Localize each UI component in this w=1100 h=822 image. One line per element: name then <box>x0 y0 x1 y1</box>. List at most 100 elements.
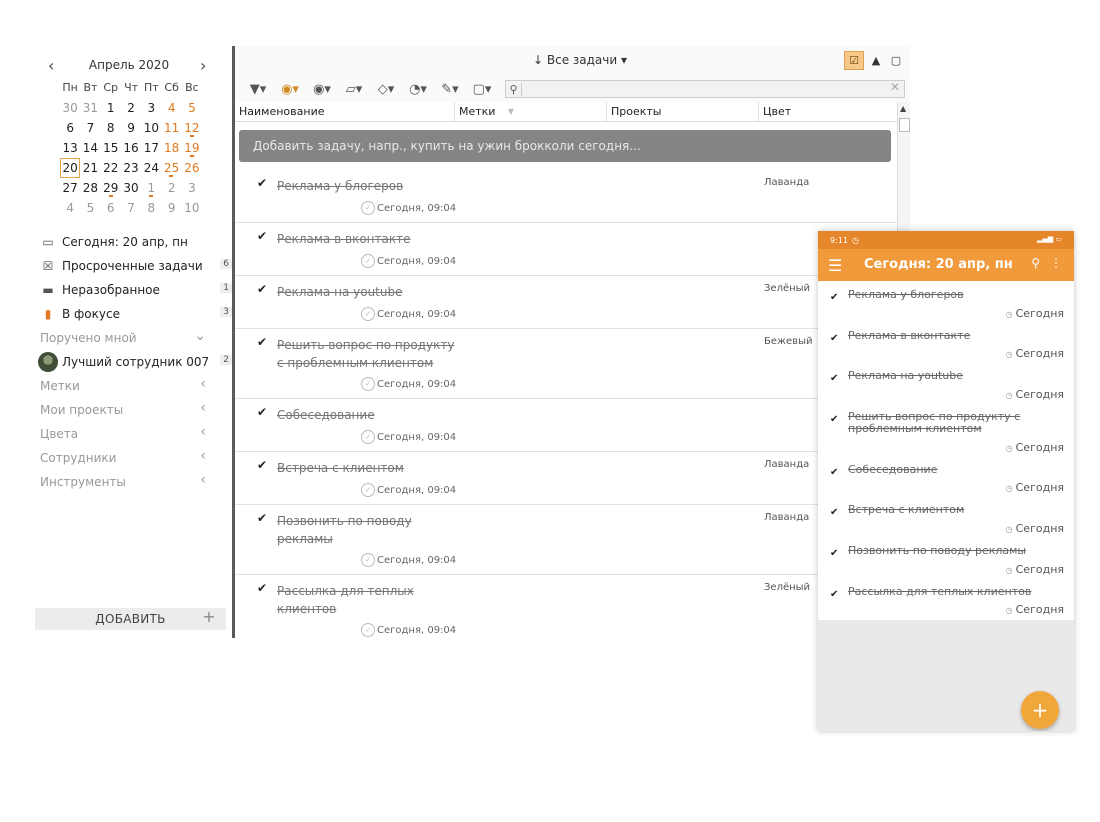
sidebar-item-focus[interactable]: ▮ В фокусе 3 <box>40 302 232 326</box>
calendar-day[interactable]: 19 <box>182 138 202 158</box>
user-filter-icon[interactable]: ◉▾ <box>309 82 335 97</box>
calendar-day[interactable]: 7 <box>121 198 141 218</box>
column-header-name[interactable]: Наименование <box>235 102 455 121</box>
calendar-day[interactable]: 10 <box>182 198 202 218</box>
calendar-day[interactable]: 21 <box>80 158 100 178</box>
sidebar-group-assigned[interactable]: Поручено мной ⌄ <box>40 326 232 350</box>
task-name[interactable]: Реклама у блогеров <box>848 289 1064 301</box>
search-field[interactable]: ⚲ <box>505 80 905 98</box>
task-row[interactable]: ✔ Собеседование ✓ Сегодня, 09:04 <box>235 399 897 452</box>
prev-month-button[interactable]: ‹ <box>48 56 54 75</box>
show-completed-toggle[interactable]: ☑ <box>844 51 864 70</box>
calendar-day[interactable]: 23 <box>121 158 141 178</box>
task-checkbox[interactable]: ✔ <box>255 282 269 296</box>
calendar-day[interactable]: 7 <box>80 118 100 138</box>
task-name[interactable]: Позвонить по поводу рекламы <box>848 544 1064 557</box>
calendar-day[interactable]: 2 <box>161 178 181 198</box>
hamburger-menu-icon[interactable]: ☰ <box>828 256 842 275</box>
calendar-day[interactable]: 1 <box>141 178 161 198</box>
tag-filter-icon[interactable]: ◇▾ <box>373 82 399 97</box>
sidebar-group[interactable]: Цвета ‹ <box>40 422 232 446</box>
task-name[interactable]: Собеседование <box>848 463 1064 476</box>
calendar-day[interactable]: 28 <box>80 178 100 198</box>
mobile-task-row[interactable]: ✔ Собеседование ◷ Сегодня <box>818 456 1074 497</box>
quick-add-input[interactable]: Добавить задачу, напр., купить на ужин б… <box>239 130 891 162</box>
sidebar-group[interactable]: Инструменты ‹ <box>40 470 232 494</box>
calendar-day[interactable]: 4 <box>60 198 80 218</box>
next-month-button[interactable]: › <box>200 56 206 75</box>
calendar-day[interactable]: 6 <box>60 118 80 138</box>
task-row[interactable]: ✔ Реклама на youtube Зелёный ✓ Сегодня, 09:0… <box>235 276 897 329</box>
task-name[interactable]: Реклама у блогеров <box>277 177 457 195</box>
calendar-day[interactable]: 10 <box>141 118 161 138</box>
calendar-day[interactable]: 31 <box>80 98 100 118</box>
task-name[interactable]: Собеседование <box>277 406 457 424</box>
mobile-task-row[interactable]: ✔ Реклама в вконтакте ◷ Сегодня <box>818 322 1074 363</box>
search-icon[interactable]: ⚲ <box>1031 256 1040 270</box>
task-name[interactable]: Реклама в вконтакте <box>277 230 457 248</box>
column-header-color[interactable]: Цвет <box>759 102 897 121</box>
calendar-day[interactable]: 3 <box>182 178 202 198</box>
calendar-day[interactable]: 9 <box>161 198 181 218</box>
calendar-view-icon[interactable]: ▢ <box>888 51 904 70</box>
calendar-day[interactable]: 8 <box>141 198 161 218</box>
task-checkbox[interactable]: ✔ <box>830 292 838 303</box>
mobile-task-row[interactable]: ✔ Встреча с клиентом ◷ Сегодня <box>818 496 1074 537</box>
task-checkbox[interactable]: ✔ <box>255 176 269 190</box>
calendar-day[interactable]: 5 <box>182 98 202 118</box>
calendar-day[interactable]: 14 <box>80 138 100 158</box>
column-header-projects[interactable]: Проекты <box>607 102 759 121</box>
task-name[interactable]: Встреча с клиентом <box>277 459 457 477</box>
task-row[interactable]: ✔ Реклама в вконтакте ✓ Сегодня, 09:04 <box>235 223 897 276</box>
assignee-filter-icon[interactable]: ◉▾ <box>277 82 303 97</box>
sidebar-group[interactable]: Сотрудники ‹ <box>40 446 232 470</box>
task-row[interactable]: ✔ Решить вопрос по продукту с проблемным … <box>235 329 897 399</box>
task-name[interactable]: Встреча с клиентом <box>848 504 1064 516</box>
task-name[interactable]: Рассылка для теплых клиентов <box>848 585 1064 598</box>
calendar-day[interactable]: 11 <box>161 118 181 138</box>
mobile-task-row[interactable]: ✔ Рассылка для теплых клиентов ◷ Сегодня <box>818 578 1074 619</box>
color-filter-icon[interactable]: ▢▾ <box>469 82 495 97</box>
task-row[interactable]: ✔ Встреча с клиентом Лаванда ✓ Сегодня, 09:0… <box>235 452 897 505</box>
task-name[interactable]: Решить вопрос по продукту с проблемным к… <box>848 410 1064 435</box>
task-checkbox[interactable]: ✔ <box>255 335 269 349</box>
task-row[interactable]: ✔ Позвонить по поводу рекламы Лаванда ✓ Сего… <box>235 505 897 575</box>
task-checkbox[interactable]: ✔ <box>830 373 838 384</box>
clear-search-icon[interactable]: ✕ <box>890 80 900 94</box>
calendar-day[interactable]: 30 <box>121 178 141 198</box>
calendar-day[interactable]: 1 <box>101 98 121 118</box>
task-checkbox[interactable]: ✔ <box>830 467 838 478</box>
calendar-day[interactable]: 25 <box>161 158 181 178</box>
calendar-day[interactable]: 4 <box>161 98 181 118</box>
calendar-day[interactable]: 5 <box>80 198 100 218</box>
task-checkbox[interactable]: ✔ <box>255 405 269 419</box>
mobile-task-row[interactable]: ✔ Реклама на youtube ◷ Сегодня <box>818 362 1074 403</box>
task-name[interactable]: Решить вопрос по продукту с проблемным к… <box>277 336 457 372</box>
tools-filter-icon[interactable]: ✎▾ <box>437 82 463 97</box>
view-selector[interactable]: ↓ Все задачи ▾ <box>533 53 627 67</box>
calendar-day[interactable]: 22 <box>101 158 121 178</box>
sidebar-group[interactable]: Метки ‹ <box>40 374 232 398</box>
task-name[interactable]: Реклама в вконтакте <box>848 329 1064 342</box>
task-checkbox[interactable]: ✔ <box>255 511 269 525</box>
folder-filter-icon[interactable]: ▱▾ <box>341 82 367 97</box>
task-checkbox[interactable]: ✔ <box>830 589 838 600</box>
task-checkbox[interactable]: ✔ <box>255 581 269 595</box>
calendar-day[interactable]: 8 <box>101 118 121 138</box>
calendar-day[interactable]: 30 <box>60 98 80 118</box>
task-name[interactable]: Реклама на youtube <box>277 283 457 301</box>
task-checkbox[interactable]: ✔ <box>830 548 838 559</box>
sidebar-item-overdue[interactable]: ☒ Просроченные задачи 6 <box>40 254 232 278</box>
mobile-task-row[interactable]: ✔ Решить вопрос по продукту с проблемным … <box>818 403 1074 456</box>
task-checkbox[interactable]: ✔ <box>255 458 269 472</box>
task-name[interactable]: Реклама на youtube <box>848 370 1064 382</box>
collapse-arrow-icon[interactable]: ▲ <box>868 51 884 70</box>
calendar-day[interactable]: 26 <box>182 158 202 178</box>
mobile-task-row[interactable]: ✔ Реклама у блогеров ◷ Сегодня <box>818 281 1074 322</box>
task-checkbox[interactable]: ✔ <box>830 507 838 518</box>
mobile-task-row[interactable]: ✔ Позвонить по поводу рекламы ◷ Сегодня <box>818 537 1074 578</box>
task-checkbox[interactable]: ✔ <box>830 333 838 344</box>
scrollbar-thumb[interactable] <box>899 118 910 132</box>
calendar-day[interactable]: 9 <box>121 118 141 138</box>
scroll-up-icon[interactable]: ▲ <box>900 104 906 113</box>
